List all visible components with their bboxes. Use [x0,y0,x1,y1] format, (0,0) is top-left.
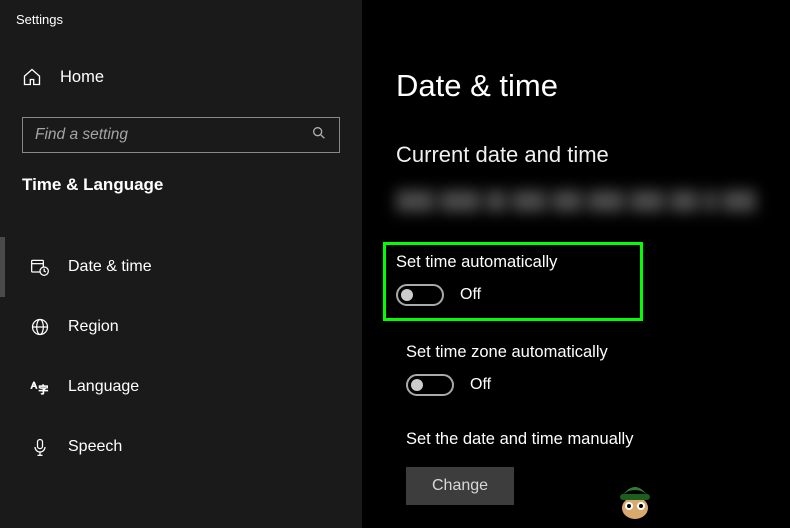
svg-text:A: A [31,381,38,391]
sidebar-item-label: Region [68,318,119,336]
current-datetime-value [396,190,756,212]
sidebar-item-label: Date & time [68,258,152,276]
microphone-icon [30,437,50,457]
setting-auto-time: Set time automatically Off [383,242,643,321]
sidebar-item-language[interactable]: A 字 Language [15,357,362,417]
setting-label: Set time zone automatically [406,343,746,362]
setting-auto-timezone: Set time zone automatically Off [396,335,756,408]
page-title: Date & time [396,68,756,104]
calendar-clock-icon [30,257,50,277]
globe-icon [30,317,50,337]
main-panel: Date & time Current date and time Set ti… [362,0,790,528]
change-button[interactable]: Change [406,467,514,505]
sidebar-item-date-time[interactable]: Date & time [15,237,362,297]
toggle-auto-timezone[interactable] [406,374,454,396]
svg-text:字: 字 [38,384,48,397]
sidebar-item-label: Language [68,378,139,396]
language-icon: A 字 [30,377,50,397]
setting-manual-datetime: Set the date and time manually Change [396,422,756,517]
setting-label: Set the date and time manually [406,430,746,449]
sidebar-item-speech[interactable]: Speech [15,417,362,477]
home-nav[interactable]: Home [22,57,340,97]
sidebar-item-region[interactable]: Region [15,297,362,357]
search-input[interactable] [35,126,311,144]
sidebar: Settings Home Time & Language [0,0,362,528]
toggle-auto-time[interactable] [396,284,444,306]
sidebar-item-label: Speech [68,438,122,456]
home-label: Home [60,68,104,87]
app-title: Settings [0,12,362,57]
setting-label: Set time automatically [396,253,620,272]
mascot-icon [610,472,660,522]
search-icon [311,125,327,146]
current-datetime-heading: Current date and time [396,142,756,168]
home-icon [22,67,42,87]
toggle-state: Off [460,286,481,304]
search-input-container[interactable] [22,117,340,153]
section-header: Time & Language [22,175,340,195]
toggle-state: Off [470,376,491,394]
